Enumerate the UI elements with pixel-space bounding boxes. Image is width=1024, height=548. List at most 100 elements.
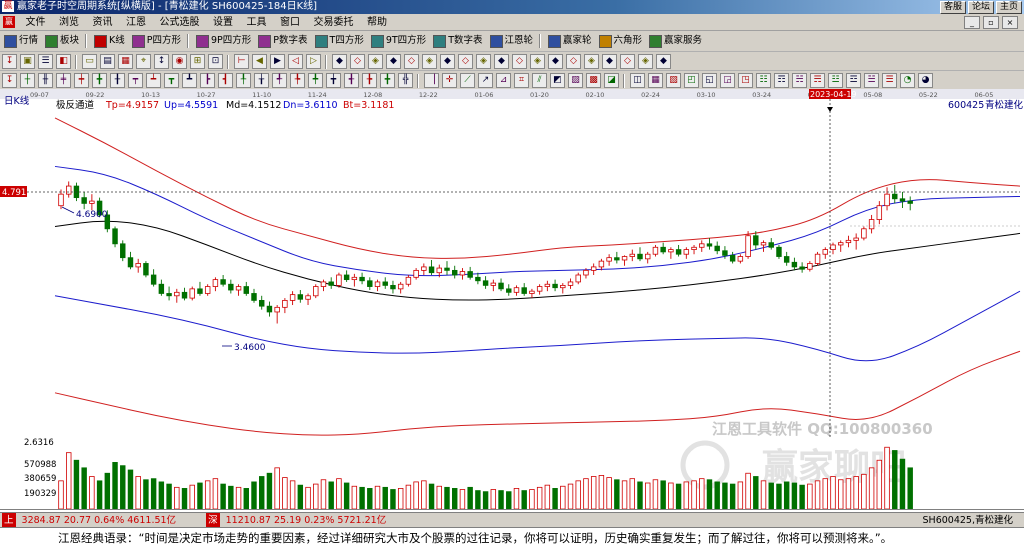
- tool-icon-6[interactable]: ▦: [118, 54, 133, 69]
- tool-icon-4[interactable]: ▭: [82, 54, 97, 69]
- customer-service-button[interactable]: 客服: [939, 1, 966, 14]
- tool-icon-7[interactable]: ⌖: [136, 54, 151, 69]
- analysis-tool-icon-35[interactable]: ▦: [648, 73, 663, 88]
- tool-icon-15[interactable]: ◁: [288, 54, 303, 69]
- tool-icon-0[interactable]: ↧: [2, 54, 17, 69]
- analysis-tool-icon-7[interactable]: ┯: [128, 73, 143, 88]
- tool-icon-28[interactable]: ◈: [530, 54, 545, 69]
- analysis-tool-icon-38[interactable]: ◱: [702, 73, 717, 88]
- analysis-tool-icon-42[interactable]: ☶: [774, 73, 789, 88]
- tool-icon-24[interactable]: ◇: [458, 54, 473, 69]
- tool-icon-34[interactable]: ◈: [638, 54, 653, 69]
- analysis-tool-icon-31[interactable]: ▨: [568, 73, 583, 88]
- toolbar-button-3[interactable]: P四方形: [130, 33, 183, 49]
- tool-icon-9[interactable]: ◉: [172, 54, 187, 69]
- analysis-tool-icon-23[interactable]: ▕: [424, 73, 439, 88]
- minimize-icon[interactable]: _: [964, 16, 980, 29]
- tool-icon-30[interactable]: ◇: [566, 54, 581, 69]
- analysis-tool-icon-2[interactable]: ╫: [38, 73, 53, 88]
- menu-help[interactable]: 帮助: [362, 15, 392, 31]
- tool-icon-21[interactable]: ◇: [404, 54, 419, 69]
- analysis-tool-icon-16[interactable]: ╄: [290, 73, 305, 88]
- analysis-tool-icon-30[interactable]: ◩: [550, 73, 565, 88]
- tool-icon-1[interactable]: ▣: [20, 54, 35, 69]
- menu-formula[interactable]: 公式选股: [155, 15, 205, 31]
- analysis-tool-icon-19[interactable]: ╉: [344, 73, 359, 88]
- tool-icon-3[interactable]: ◧: [56, 54, 71, 69]
- tool-icon-13[interactable]: ◀: [252, 54, 267, 69]
- analysis-tool-icon-27[interactable]: ⊿: [496, 73, 511, 88]
- analysis-tool-icon-32[interactable]: ▩: [586, 73, 601, 88]
- analysis-tool-icon-50[interactable]: ◕: [918, 73, 933, 88]
- tool-icon-14[interactable]: ▶: [270, 54, 285, 69]
- tool-icon-12[interactable]: ⊢: [234, 54, 249, 69]
- analysis-tool-icon-24[interactable]: ✛: [442, 73, 457, 88]
- analysis-tool-icon-10[interactable]: ┻: [182, 73, 197, 88]
- menu-gann[interactable]: 江恩: [121, 15, 151, 31]
- analysis-tool-icon-22[interactable]: ╬: [398, 73, 413, 88]
- tool-icon-25[interactable]: ◈: [476, 54, 491, 69]
- analysis-tool-icon-37[interactable]: ◰: [684, 73, 699, 88]
- analysis-tool-icon-3[interactable]: ╪: [56, 73, 71, 88]
- tool-icon-8[interactable]: ↕: [154, 54, 169, 69]
- toolbar-button-0[interactable]: 行情: [2, 33, 40, 49]
- analysis-tool-icon-44[interactable]: ☴: [810, 73, 825, 88]
- analysis-tool-icon-33[interactable]: ◪: [604, 73, 619, 88]
- tool-icon-20[interactable]: ◆: [386, 54, 401, 69]
- toolbar-button-7[interactable]: 9T四方形: [369, 33, 428, 49]
- tool-icon-5[interactable]: ▤: [100, 54, 115, 69]
- analysis-tool-icon-46[interactable]: ☲: [846, 73, 861, 88]
- analysis-tool-icon-12[interactable]: ┫: [218, 73, 233, 88]
- analysis-tool-icon-14[interactable]: ╁: [254, 73, 269, 88]
- toolbar-button-12[interactable]: 赢家服务: [647, 33, 704, 49]
- toolbar-button-10[interactable]: 赢家轮: [546, 33, 594, 49]
- analysis-tool-icon-26[interactable]: ↗: [478, 73, 493, 88]
- menu-window[interactable]: 窗口: [275, 15, 305, 31]
- tool-icon-22[interactable]: ◈: [422, 54, 437, 69]
- tool-icon-17[interactable]: ◆: [332, 54, 347, 69]
- toolbar-button-1[interactable]: 板块: [43, 33, 81, 49]
- analysis-tool-icon-49[interactable]: ◔: [900, 73, 915, 88]
- homepage-button[interactable]: 主页: [995, 1, 1022, 14]
- menu-browse[interactable]: 浏览: [54, 15, 84, 31]
- analysis-tool-icon-20[interactable]: ╊: [362, 73, 377, 88]
- analysis-tool-icon-1[interactable]: ┼: [20, 73, 35, 88]
- tool-icon-33[interactable]: ◇: [620, 54, 635, 69]
- analysis-tool-icon-29[interactable]: ⫽: [532, 73, 547, 88]
- toolbar-button-6[interactable]: T四方形: [313, 33, 366, 49]
- tool-icon-27[interactable]: ◇: [512, 54, 527, 69]
- analysis-tool-icon-18[interactable]: ╈: [326, 73, 341, 88]
- tool-icon-23[interactable]: ◆: [440, 54, 455, 69]
- tool-icon-2[interactable]: ☰: [38, 54, 53, 69]
- forum-button[interactable]: 论坛: [967, 1, 994, 14]
- analysis-tool-icon-4[interactable]: ┿: [74, 73, 89, 88]
- analysis-tool-icon-39[interactable]: ◲: [720, 73, 735, 88]
- tool-icon-19[interactable]: ◈: [368, 54, 383, 69]
- menu-trade[interactable]: 交易委托: [309, 15, 359, 31]
- tool-icon-26[interactable]: ◆: [494, 54, 509, 69]
- analysis-tool-icon-34[interactable]: ◫: [630, 73, 645, 88]
- analysis-tool-icon-0[interactable]: ↧: [2, 73, 17, 88]
- analysis-tool-icon-11[interactable]: ┣: [200, 73, 215, 88]
- toolbar-button-9[interactable]: 江恩轮: [488, 33, 536, 49]
- analysis-tool-icon-41[interactable]: ☷: [756, 73, 771, 88]
- menu-settings[interactable]: 设置: [208, 15, 238, 31]
- tool-icon-32[interactable]: ◆: [602, 54, 617, 69]
- toolbar-button-2[interactable]: K线: [92, 33, 127, 49]
- restore-icon[interactable]: ▫: [983, 16, 999, 29]
- analysis-tool-icon-17[interactable]: ╇: [308, 73, 323, 88]
- analysis-tool-icon-40[interactable]: ◳: [738, 73, 753, 88]
- tool-icon-10[interactable]: ⊞: [190, 54, 205, 69]
- analysis-tool-icon-28[interactable]: ⌗: [514, 73, 529, 88]
- sz-index-badge[interactable]: 深: [206, 513, 220, 528]
- kline-chart[interactable]: 09-07 09-22 10-13 10-27 11-10 11-24 12-08 12-22…: [0, 89, 1024, 512]
- chart-area[interactable]: 09-07 09-22 10-13 10-27 11-10 11-24 12-08 12-22…: [0, 89, 1024, 512]
- analysis-tool-icon-8[interactable]: ┷: [146, 73, 161, 88]
- analysis-tool-icon-45[interactable]: ☳: [828, 73, 843, 88]
- toolbar-button-11[interactable]: 六角形: [597, 33, 645, 49]
- analysis-tool-icon-21[interactable]: ╋: [380, 73, 395, 88]
- menu-info[interactable]: 资讯: [88, 15, 118, 31]
- tool-icon-29[interactable]: ◆: [548, 54, 563, 69]
- analysis-tool-icon-47[interactable]: ☱: [864, 73, 879, 88]
- analysis-tool-icon-5[interactable]: ╋: [92, 73, 107, 88]
